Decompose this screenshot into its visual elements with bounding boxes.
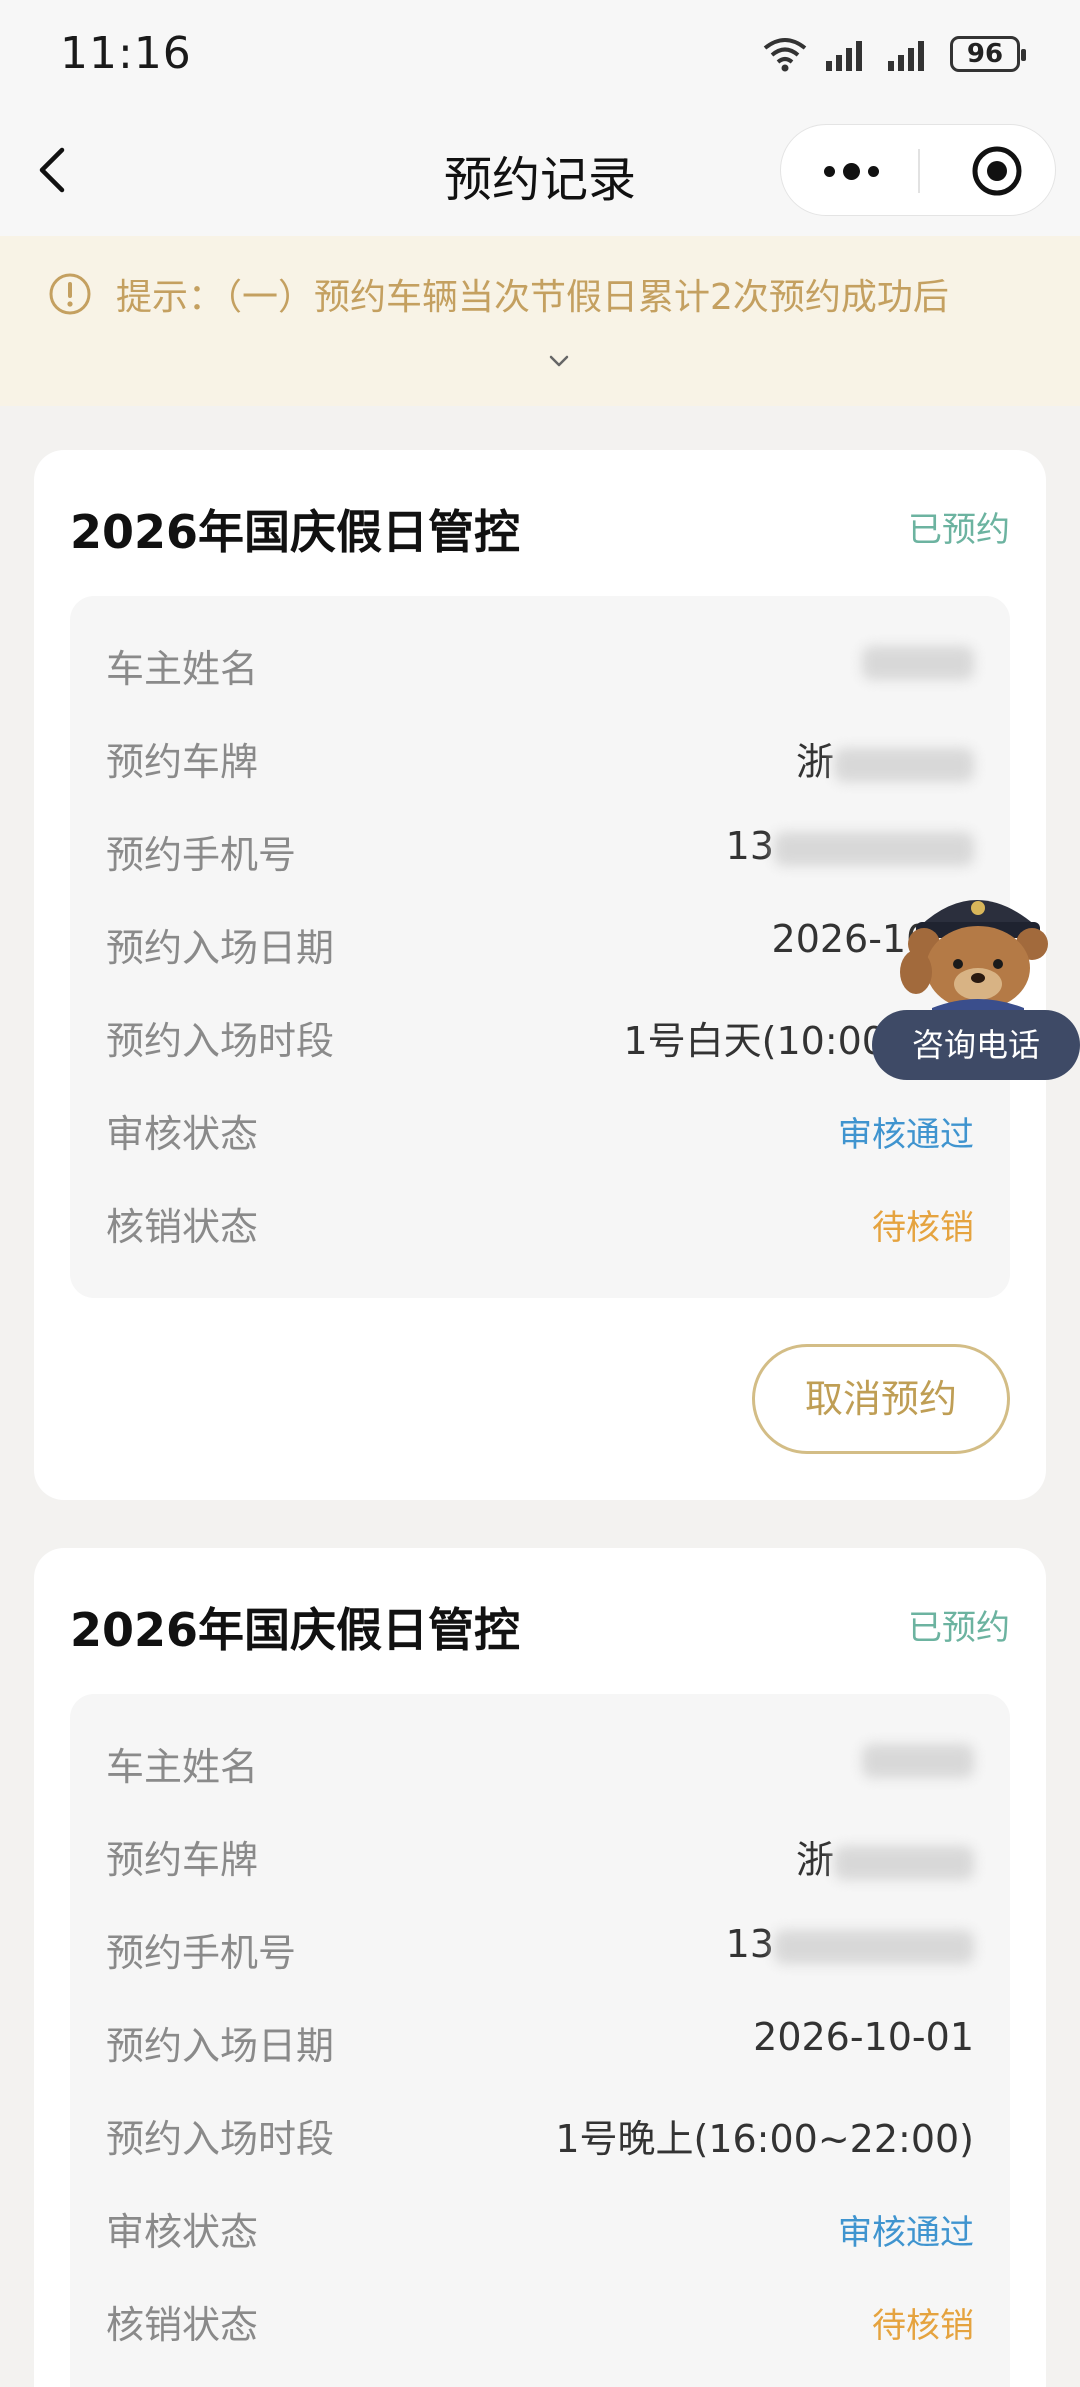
phone-prefix: 13 <box>725 1922 774 1966</box>
notice-banner[interactable]: 提示：（一）预约车辆当次节假日累计2次预约成功后 <box>0 236 1080 406</box>
row-phone: 预约手机号 13 <box>70 802 1010 895</box>
row-review-status: 审核状态 审核通过 <box>70 2179 1010 2272</box>
wifi-icon <box>763 38 807 72</box>
row-review-status: 审核状态 审核通过 <box>70 1081 1010 1174</box>
capsule-divider <box>918 149 920 193</box>
reservation-status-badge: 已预约 <box>908 1608 1010 1648</box>
row-owner-name: 车主姓名 <box>70 1714 1010 1807</box>
police-bear-mascot <box>900 900 1048 1030</box>
row-label: 审核状态 <box>106 2210 259 2254</box>
close-miniapp-icon[interactable] <box>969 143 1025 199</box>
row-label: 预约入场时段 <box>106 1019 335 1063</box>
row-verify-status: 核销状态 待核销 <box>70 2272 1010 2365</box>
reservation-card: 2026年国庆假日管控 已预约 车主姓名 预约车牌 浙 预约手机号 13 预约入… <box>34 1548 1046 2387</box>
redacted-blur <box>834 1845 974 1880</box>
plate-value: 浙 <box>796 1829 974 1884</box>
row-plate: 预约车牌 浙 <box>70 709 1010 802</box>
redacted-blur <box>774 831 974 866</box>
notice-text: 提示：（一）预约车辆当次节假日累计2次预约成功后 <box>116 277 949 318</box>
row-label: 预约入场日期 <box>106 2024 335 2068</box>
reservation-status-badge: 已预约 <box>908 510 1010 550</box>
signal-icon <box>826 41 862 71</box>
owner-name-value <box>862 1736 974 1780</box>
plate-prefix: 浙 <box>795 740 834 784</box>
cancel-reservation-button[interactable]: 取消预约 <box>752 1344 1010 1454</box>
verify-status-value: 待核销 <box>872 2306 974 2346</box>
info-icon <box>49 273 91 315</box>
redacted-blur <box>862 1743 974 1778</box>
row-label: 审核状态 <box>106 1112 259 1156</box>
row-timeslot: 预约入场时段 1号白天(10:00~1 <box>70 988 1010 1081</box>
consult-hotline-button[interactable]: 咨询电话 <box>872 880 1080 1084</box>
row-timeslot: 预约入场时段 1号晚上(16:00~22:00) <box>70 2086 1010 2179</box>
phone-prefix: 13 <box>725 824 774 868</box>
plate-prefix: 浙 <box>795 1838 834 1882</box>
phone-value: 13 <box>726 1922 974 1966</box>
row-verify-status: 核销状态 待核销 <box>70 1174 1010 1267</box>
row-label: 预约车牌 <box>106 740 259 784</box>
card-title: 2026年国庆假日管控 <box>70 505 521 559</box>
row-label: 车主姓名 <box>106 1745 259 1789</box>
consult-hotline-label[interactable]: 咨询电话 <box>872 1010 1080 1080</box>
row-label: 车主姓名 <box>106 647 259 691</box>
row-date: 预约入场日期 2026-10-01 <box>70 1993 1010 2086</box>
verify-status-value: 待核销 <box>872 1208 974 1248</box>
date-value: 2026-10-01 <box>753 2015 974 2059</box>
row-label: 预约入场日期 <box>106 926 335 970</box>
redacted-blur <box>834 747 974 782</box>
redacted-blur <box>862 645 974 680</box>
row-label: 核销状态 <box>106 1205 259 1249</box>
battery-icon: 96 <box>950 36 1026 72</box>
row-date: 预约入场日期 2026-10- <box>70 895 1010 988</box>
info-box: 车主姓名 预约车牌 浙 预约手机号 13 预约入场日期 2026-10- 预约入… <box>70 596 1010 1298</box>
review-status-value: 审核通过 <box>838 2213 974 2253</box>
timeslot-value: 1号晚上(16:00~22:00) <box>555 2117 974 2161</box>
status-time: 11:16 <box>60 28 192 79</box>
nav-bar: 预约记录 <box>0 110 1080 236</box>
more-button[interactable] <box>811 143 891 199</box>
redacted-blur <box>774 1929 974 1964</box>
battery-level: 96 <box>966 39 1004 69</box>
row-plate: 预约车牌 浙 <box>70 1807 1010 1900</box>
row-owner-name: 车主姓名 <box>70 616 1010 709</box>
chevron-down-icon[interactable] <box>548 354 570 368</box>
miniapp-capsule <box>780 124 1056 216</box>
signal-icon-2 <box>888 41 924 71</box>
review-status-value: 审核通过 <box>838 1115 974 1155</box>
plate-value: 浙 <box>796 731 974 786</box>
phone-value: 13 <box>726 824 974 868</box>
info-box: 车主姓名 预约车牌 浙 预约手机号 13 预约入场日期 2026-10-01 预… <box>70 1694 1010 2387</box>
card-title: 2026年国庆假日管控 <box>70 1603 521 1657</box>
row-label: 核销状态 <box>106 2303 259 2347</box>
row-phone: 预约手机号 13 <box>70 1900 1010 1993</box>
row-label: 预约手机号 <box>106 1931 297 1975</box>
row-label: 预约车牌 <box>106 1838 259 1882</box>
owner-name-value <box>862 638 974 682</box>
status-bar: 11:16 96 <box>0 0 1080 110</box>
status-icons: 96 <box>762 34 1026 74</box>
row-label: 预约手机号 <box>106 833 297 877</box>
row-label: 预约入场时段 <box>106 2117 335 2161</box>
